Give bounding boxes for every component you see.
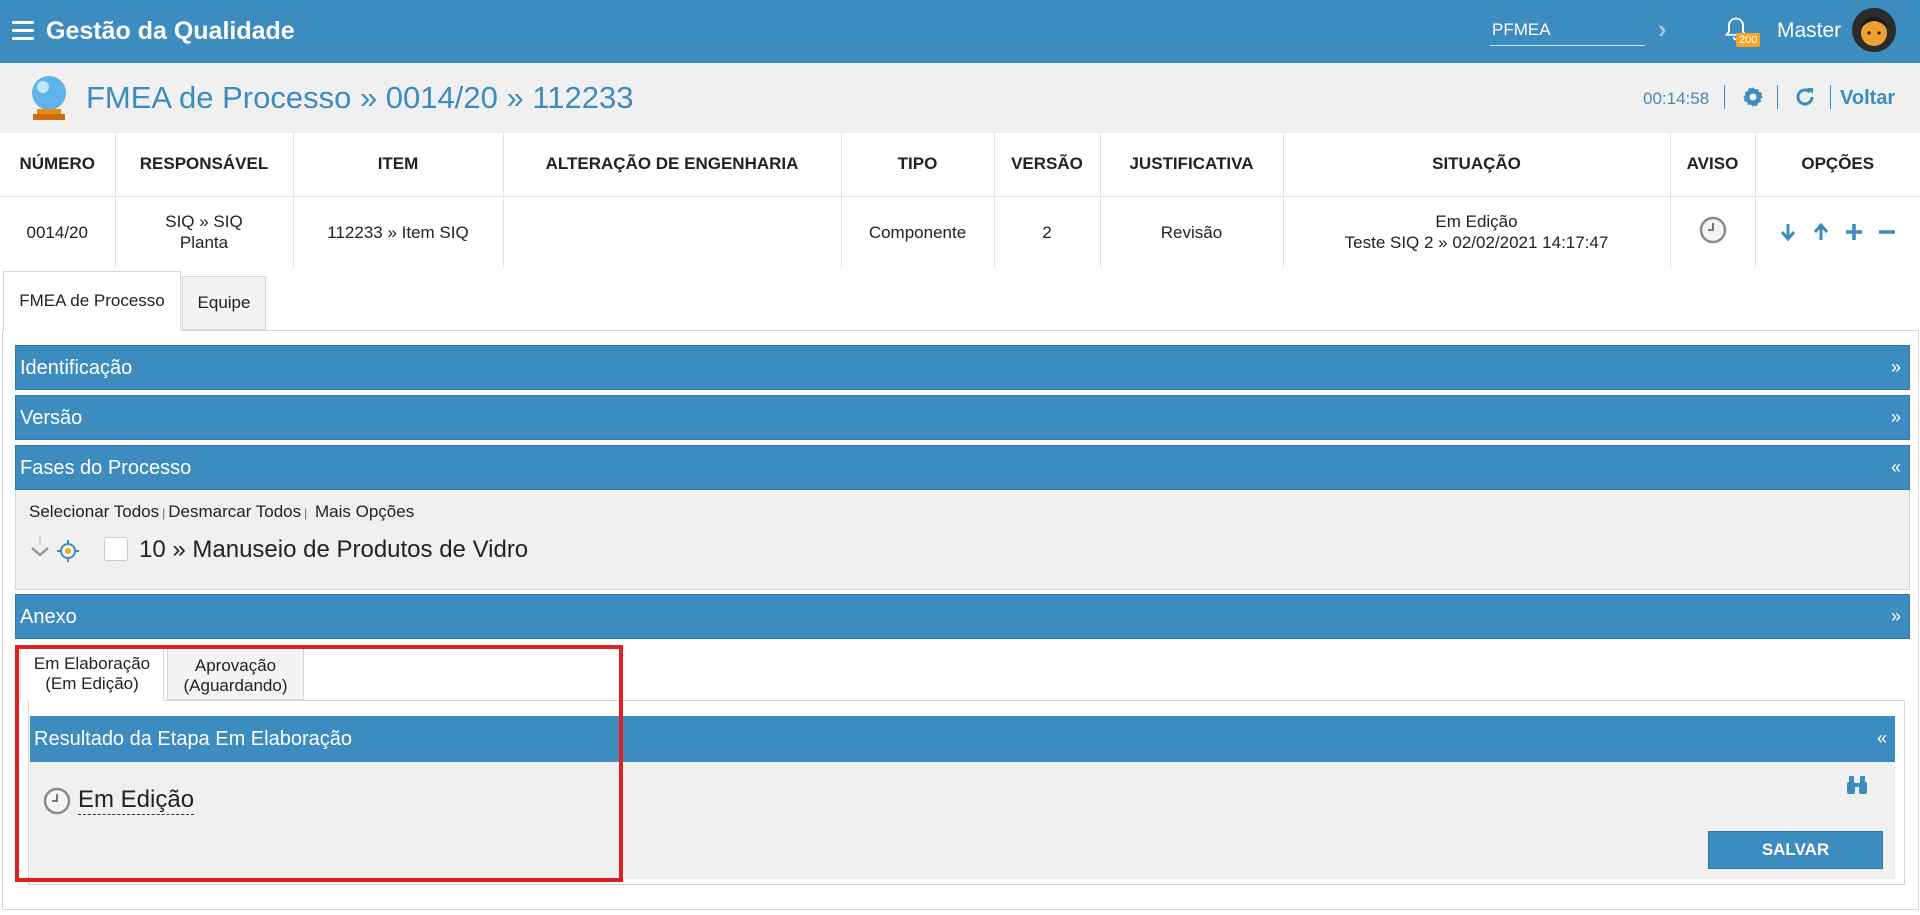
responsavel-line: Planta	[179, 233, 229, 253]
section-title: Identificação	[20, 357, 133, 379]
step-status[interactable]: Em Edição	[78, 786, 195, 815]
page-header: FMEA de Processo » 0014/20 » 112233 00:1…	[0, 63, 1920, 133]
section-anexo[interactable]: Anexo »	[15, 594, 1910, 639]
back-link[interactable]: Voltar	[1840, 87, 1895, 110]
expand-icon: »	[1890, 357, 1901, 377]
target-icon	[57, 540, 79, 562]
responsavel-cell: SIQ » SIQ Planta	[115, 196, 294, 268]
opcoes-cell	[1755, 196, 1920, 268]
fmea-info-table: NÚMERO RESPONSÁVEL ITEM ALTERAÇÃO DE ENG…	[0, 133, 1920, 268]
deselect-all-link[interactable]: Desmarcar Todos	[168, 502, 301, 521]
phase-checkbox[interactable]	[104, 537, 128, 561]
tab-line: (Aguardando)	[183, 676, 288, 695]
expand-icon: »	[1890, 606, 1901, 626]
column-header: AVISO	[1670, 133, 1756, 197]
tab-equipe[interactable]: Equipe	[182, 276, 266, 330]
link-separator: |	[304, 506, 308, 520]
collapse-icon: «	[1876, 728, 1887, 748]
table-row: 0014/20 SIQ » SIQ Planta 112233 » Item S…	[0, 196, 1920, 268]
tab-em-elaboracao[interactable]: Em Elaboração (Em Edição)	[20, 647, 164, 701]
fases-panel: Selecionar Todos | Desmarcar Todos | Mais O…	[15, 490, 1910, 590]
arrow-down-icon[interactable]	[1778, 222, 1798, 242]
table-header-row: NÚMERO RESPONSÁVEL ITEM ALTERAÇÃO DE ENG…	[0, 133, 1920, 197]
column-header: ITEM	[293, 133, 504, 197]
column-header: OPÇÕES	[1755, 133, 1920, 197]
versao-cell: 2	[994, 196, 1101, 268]
user-name[interactable]: Master	[1777, 19, 1841, 43]
result-section-header[interactable]: Resultado da Etapa Em Elaboração «	[30, 716, 1895, 762]
situacao-line: Teste SIQ 2 » 02/02/2021 14:17:47	[1344, 233, 1609, 253]
divider	[1724, 85, 1725, 109]
app-title: Gestão da Qualidade	[46, 17, 295, 45]
avatar[interactable]	[1852, 8, 1896, 52]
column-header: RESPONSÁVEL	[115, 133, 294, 197]
section-title: Versão	[20, 407, 83, 429]
selection-links: Selecionar Todos | Desmarcar Todos | Mais O…	[29, 502, 414, 522]
plus-icon[interactable]	[1844, 222, 1864, 242]
page-title: FMEA de Processo » 0014/20 » 112233	[86, 80, 634, 115]
phase-label: 10 » Manuseio de Produtos de Vidro	[139, 536, 529, 563]
tab-line: Em Elaboração	[33, 654, 151, 673]
column-header: ALTERAÇÃO DE ENGENHARIA	[503, 133, 842, 197]
result-title: Resultado da Etapa Em Elaboração	[34, 728, 352, 750]
item-cell: 112233 » Item SIQ	[293, 196, 504, 268]
gear-icon[interactable]	[1741, 85, 1765, 109]
save-button[interactable]: SALVAR	[1708, 831, 1883, 869]
refresh-icon[interactable]	[1793, 85, 1817, 109]
more-options-link[interactable]: Mais Opções	[315, 502, 414, 521]
responsavel-line: SIQ » SIQ	[165, 212, 243, 232]
tree-expand-icon[interactable]	[29, 535, 51, 565]
binoculars-icon[interactable]	[1845, 774, 1869, 796]
tab-line: Aprovação	[194, 656, 277, 675]
top-bar: Gestão da Qualidade › 200 Master	[0, 0, 1920, 63]
arrow-up-icon[interactable]	[1811, 222, 1831, 242]
crystal-ball-icon	[32, 76, 66, 120]
tipo-cell: Componente	[841, 196, 995, 268]
column-header: SITUAÇÃO	[1283, 133, 1671, 197]
section-title: Anexo	[20, 606, 77, 628]
result-section-body: Em Edição SALVAR	[30, 762, 1895, 879]
column-header: JUSTIFICATIVA	[1100, 133, 1284, 197]
situacao-cell: Em Edição Teste SIQ 2 » 02/02/2021 14:17…	[1283, 196, 1671, 268]
chevron-right-icon[interactable]: ›	[1658, 14, 1667, 45]
divider	[1777, 85, 1778, 109]
clock-icon	[43, 787, 71, 815]
justificativa-cell: Revisão	[1100, 196, 1284, 268]
link-separator: |	[162, 506, 166, 520]
tab-line: (Em Edição)	[45, 674, 139, 693]
situacao-line: Em Edição	[1435, 212, 1518, 232]
notification-badge: 200	[1736, 33, 1761, 47]
minus-icon[interactable]	[1877, 222, 1897, 242]
numero-cell: 0014/20	[0, 196, 116, 268]
session-timer: 00:14:58	[1643, 89, 1710, 108]
tab-aprovacao[interactable]: Aprovação (Aguardando)	[167, 648, 304, 700]
aviso-cell	[1670, 196, 1756, 268]
divider	[1830, 85, 1831, 109]
column-header: VERSÃO	[994, 133, 1101, 197]
section-title: Fases do Processo	[20, 457, 192, 479]
expand-icon: »	[1890, 407, 1901, 427]
section-fases-processo[interactable]: Fases do Processo «	[15, 445, 1910, 490]
section-identificacao[interactable]: Identificação »	[15, 345, 1910, 390]
clock-icon[interactable]	[1699, 216, 1727, 244]
section-versao[interactable]: Versão »	[15, 395, 1910, 440]
column-header: NÚMERO	[0, 133, 116, 197]
select-all-link[interactable]: Selecionar Todos	[29, 502, 159, 521]
tree-node: 10 » Manuseio de Produtos de Vidro	[29, 535, 629, 565]
menu-icon[interactable]	[12, 21, 34, 40]
tab-fmea-processo[interactable]: FMEA de Processo	[3, 271, 181, 331]
row-options	[1756, 222, 1920, 242]
collapse-icon: «	[1890, 457, 1901, 477]
column-header: TIPO	[841, 133, 995, 197]
module-search-input[interactable]	[1490, 14, 1645, 46]
alteracao-cell	[503, 196, 842, 268]
